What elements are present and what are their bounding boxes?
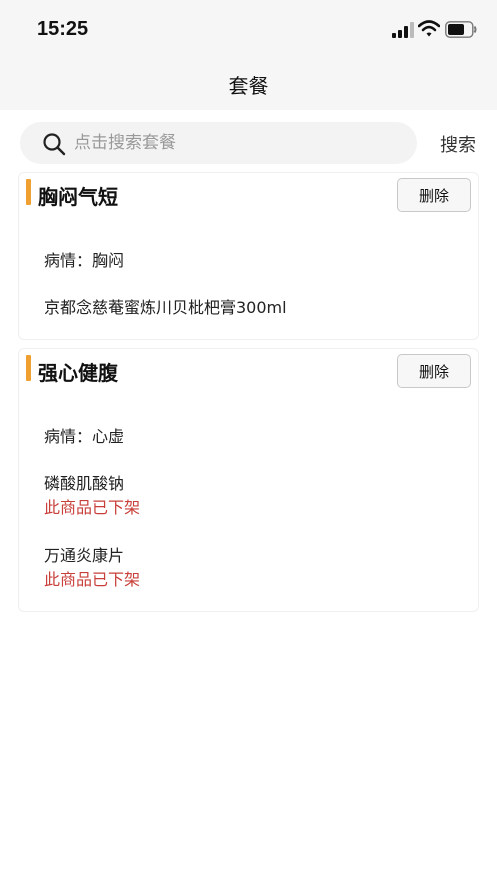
package-title: 胸闷气短: [38, 185, 118, 209]
wifi-icon: [418, 20, 440, 37]
package-card: 强心健腹 删除 病情：心虚 磷酸肌酸钠 此商品已下架 万通炎康片 此商品已下架: [18, 348, 479, 612]
package-title: 强心健腹: [38, 361, 118, 385]
signal-icon: [392, 22, 414, 38]
package-card: 胸闷气短 删除 病情：胸闷 京都念慈菴蜜炼川贝枇杷膏300ml: [18, 172, 479, 340]
condition-text: 病情：胸闷: [44, 251, 125, 270]
battery-icon: [445, 21, 477, 38]
product-name: 万通炎康片: [44, 546, 125, 565]
product-status: 此商品已下架: [44, 498, 141, 517]
page-title: 套餐: [228, 74, 269, 98]
search-bar: [20, 122, 417, 164]
product-name: 京都念慈菴蜜炼川贝枇杷膏300ml: [44, 298, 287, 317]
title-accent-bar: [26, 179, 31, 205]
condition-text: 病情：心虚: [44, 427, 125, 446]
status-bar: 15:25: [0, 0, 497, 58]
search-input[interactable]: [74, 122, 404, 164]
delete-button[interactable]: 删除: [397, 178, 471, 212]
search-button[interactable]: 搜索: [434, 130, 482, 158]
search-icon: [43, 133, 66, 156]
product-status: 此商品已下架: [44, 570, 141, 589]
status-time: 15:25: [37, 18, 89, 40]
delete-button[interactable]: 删除: [397, 354, 471, 388]
title-accent-bar: [26, 355, 31, 381]
header: 15:25 套餐: [0, 0, 497, 110]
product-name: 磷酸肌酸钠: [44, 474, 125, 493]
